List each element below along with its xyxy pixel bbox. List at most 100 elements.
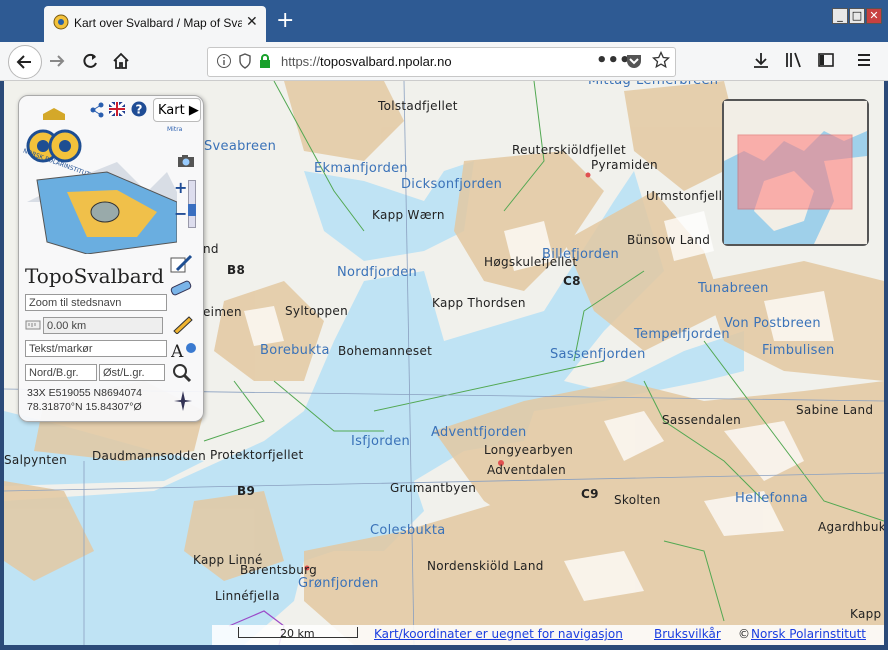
overview-map[interactable] [722, 99, 869, 246]
pocket-icon[interactable] [625, 52, 643, 70]
text-marker-placeholder: Tekst/markør [29, 343, 93, 355]
reload-icon[interactable] [80, 51, 100, 71]
water-label: Hellefonna [735, 491, 808, 506]
water-label: Fimbulisen [762, 343, 835, 358]
place-label: Linnéfjella [215, 589, 280, 603]
zoom-in-button[interactable]: + [174, 178, 187, 197]
water-label: Sveabreen [204, 139, 277, 154]
copyright-symbol: © [738, 627, 750, 641]
svg-text:?: ? [136, 103, 143, 117]
url-text[interactable]: https://toposvalbard.npolar.no [281, 54, 452, 69]
place-label: Nordenskiöld Land [427, 559, 544, 573]
help-icon[interactable]: ? [131, 101, 147, 117]
draw-map-icon[interactable] [169, 252, 193, 276]
grid-cell-label: B8 [227, 263, 246, 277]
place-label: Daudmannsodden [92, 449, 207, 463]
place-search-input[interactable]: Zoom til stedsnavn [25, 294, 167, 311]
tab-close-icon[interactable]: ✕ [246, 14, 258, 30]
water-label: Tempelfjorden [634, 327, 730, 342]
forward-icon[interactable] [47, 52, 67, 70]
overview-viewport[interactable] [737, 134, 853, 210]
mitra-label: Mitra [167, 126, 183, 133]
north-coord-input[interactable]: Nord/B.gr. [25, 364, 97, 381]
compass-icon[interactable] [173, 390, 193, 412]
place-label: Adventdalen [487, 463, 567, 477]
topo-control-panel: NORSK POLARINSTITUTT ? Kart ▶ Mitra + − … [18, 95, 204, 422]
water-label: Sassenfjorden [550, 347, 646, 362]
east-coord-input[interactable]: Øst/L.gr. [99, 364, 165, 381]
place-label: nd [203, 242, 219, 256]
grid-cell-label: C8 [563, 274, 581, 288]
terms-link[interactable]: Bruksvilkår [654, 627, 721, 641]
minimize-button[interactable]: _ [832, 8, 848, 24]
text-marker-input[interactable]: Tekst/markør [25, 340, 167, 357]
water-label: Mittag-Lefflerbreen [588, 81, 718, 88]
water-label: Dicksonfjorden [401, 177, 503, 192]
institute-link[interactable]: Norsk Polarinstitutt [751, 627, 866, 641]
star-icon[interactable] [652, 51, 670, 69]
menu-icon[interactable] [856, 52, 872, 68]
coordinate-search-icon[interactable] [171, 362, 193, 384]
distance-value: 0.00 km [47, 320, 87, 332]
url-prefix: https:// [281, 54, 321, 69]
camera-icon[interactable] [177, 154, 195, 168]
back-icon [16, 55, 31, 69]
place-label: Kapp Wærn [372, 208, 445, 222]
place-label: Salpynten [4, 453, 68, 467]
utm-coordinates: 33X E519055 N8694074 [27, 387, 143, 399]
navigation-warning-link[interactable]: Kart/koordinater er uegnet for navigasjo… [374, 627, 623, 641]
kart-button[interactable]: Kart ▶ [153, 98, 201, 122]
ruler-icon[interactable] [25, 318, 41, 332]
place-label: Bohemanneset [338, 344, 433, 358]
place-label: Reuterskiöldfjellet [512, 143, 627, 157]
map-illustration [27, 162, 177, 254]
water-label: Ekmanfjorden [314, 161, 408, 176]
svg-text:A: A [171, 342, 184, 360]
zoom-out-button[interactable]: − [174, 204, 187, 223]
text-marker-icon[interactable]: A [171, 340, 197, 360]
water-label: Isfjorden [351, 434, 411, 449]
shield-icon[interactable] [238, 53, 252, 69]
uk-flag-icon[interactable] [109, 102, 125, 116]
water-label: Nordfjorden [337, 265, 418, 280]
share-icon[interactable] [89, 102, 105, 118]
url-domain: toposvalbard.npolar.no [320, 54, 452, 69]
grid-cell-label: C9 [581, 487, 599, 501]
place-search-placeholder: Zoom til stedsnavn [29, 297, 122, 309]
npolar-favicon-icon [53, 14, 69, 30]
pencil-icon[interactable] [171, 314, 195, 334]
water-label: Grønfjorden [298, 576, 379, 591]
grid-cell-label: B9 [237, 484, 256, 498]
scale-label: 20 km [280, 627, 315, 640]
east-placeholder: Øst/L.gr. [103, 367, 145, 379]
place-label: Longyearbyen [484, 443, 574, 457]
place-label: Kapp [850, 607, 882, 621]
place-label: Tolstadfjellet [378, 99, 458, 113]
water-label: Billefjorden [542, 247, 620, 262]
distance-field: 0.00 km [43, 317, 163, 334]
info-icon[interactable] [216, 53, 232, 69]
home-icon[interactable] [111, 51, 131, 71]
geo-coordinates: 78.31870°N 15.84307°Ø [27, 401, 142, 413]
zoom-slider-handle[interactable] [188, 204, 196, 216]
water-label: Borebukta [260, 343, 330, 358]
place-label: Syltoppen [285, 304, 349, 318]
sidebar-icon[interactable] [817, 51, 835, 69]
water-label: Colesbukta [370, 523, 446, 538]
maximize-button[interactable]: □ [849, 8, 865, 24]
new-tab-button[interactable]: + [276, 10, 294, 32]
lock-icon [260, 54, 270, 68]
download-icon[interactable] [752, 51, 770, 69]
kart-button-label: Kart [158, 103, 185, 118]
place-label: Skolten [614, 493, 661, 507]
back-button[interactable] [8, 45, 42, 79]
tab-title: Kart over Svalbard / Map of Svalbard [74, 16, 242, 30]
place-label: Sassendalen [662, 413, 742, 427]
north-placeholder: Nord/B.gr. [29, 367, 79, 379]
water-label: Tunabreen [698, 281, 769, 296]
library-icon[interactable] [784, 51, 804, 69]
water-label: Von Postbreen [724, 316, 821, 331]
measure-tool-icon[interactable] [169, 278, 193, 298]
water-label: Adventfjorden [431, 425, 527, 440]
close-window-button[interactable]: ✕ [866, 8, 882, 24]
